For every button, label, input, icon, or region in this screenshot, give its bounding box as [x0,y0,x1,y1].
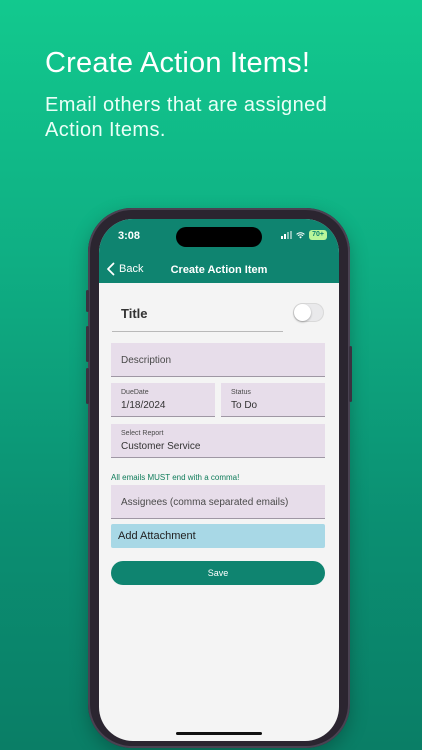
status-icons: 70+ [281,230,327,240]
save-button[interactable]: Save [111,561,325,585]
navigation-bar: Back Create Action Item [99,257,339,283]
email-hint: All emails MUST end with a comma! [111,473,240,482]
signal-icon [281,231,293,239]
report-select-label: Select Report [121,430,164,437]
report-select-field[interactable]: Select Report Customer Service [111,424,325,458]
title-underline [112,331,283,332]
phone-screen: 3:08 70+ Back Create Action Item Title D… [99,219,339,741]
status-value: To Do [231,400,258,411]
due-date-label: DueDate [121,389,149,396]
home-indicator[interactable] [176,732,262,735]
dynamic-island [176,227,262,247]
phone-side-button-left [86,290,89,312]
battery-icon: 70+ [309,230,327,240]
nav-title: Create Action Item [170,264,268,276]
phone-side-button-left-volume-down [86,368,89,404]
title-toggle[interactable] [293,303,324,322]
report-select-value: Customer Service [121,441,201,452]
assignees-placeholder: Assignees (comma separated emails) [121,497,289,508]
assignees-field[interactable]: Assignees (comma separated emails) [111,485,325,519]
status-bar: 3:08 70+ [99,219,339,257]
action-item-form: Title Description DueDate 1/18/2024 Stat… [99,283,339,741]
phone-side-button-left-volume-up [86,326,89,362]
phone-frame: 3:08 70+ Back Create Action Item Title D… [86,208,352,748]
due-date-value: 1/18/2024 [121,400,166,411]
status-time: 3:08 [118,230,141,242]
description-field[interactable]: Description [111,343,325,377]
promo-subline: Email others that are assigned Action It… [45,94,328,141]
promo-headline: Create Action Items! [45,47,311,79]
wifi-icon [296,231,305,238]
title-label[interactable]: Title [121,306,148,321]
status-label: Status [231,389,251,396]
phone-side-button-right [349,346,352,402]
toggle-knob [294,304,311,321]
status-field[interactable]: Status To Do [221,383,325,417]
add-attachment-button[interactable]: Add Attachment [111,524,325,548]
due-date-field[interactable]: DueDate 1/18/2024 [111,383,215,417]
description-placeholder: Description [121,355,172,366]
